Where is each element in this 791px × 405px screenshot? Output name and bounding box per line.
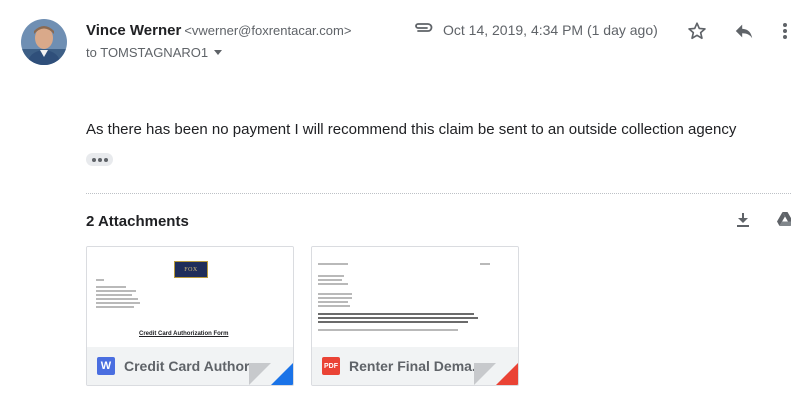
dot-icon [103, 157, 108, 162]
attachment-card[interactable]: FOX Credit Card Authorization Form W Cre… [86, 246, 294, 386]
star-button[interactable] [686, 20, 708, 47]
sender-name[interactable]: Vince Werner [86, 22, 181, 39]
more-options-button[interactable] [779, 19, 791, 48]
recipient-line: to TOMSTAGNARO1 [86, 45, 223, 60]
show-trimmed-content-button[interactable] [86, 153, 113, 166]
attachment-preview: FOX Credit Card Authorization Form [87, 247, 293, 347]
attachment-name: Renter Final Dema... [349, 358, 484, 374]
save-to-drive-button[interactable] [777, 211, 791, 232]
dot-icon [97, 157, 102, 162]
page-fold-icon [249, 363, 271, 385]
google-drive-icon [777, 212, 791, 226]
message-body: As there has been no payment I will reco… [86, 121, 737, 138]
file-type-corner [496, 363, 518, 385]
recipient-prefix: to [86, 45, 97, 60]
file-type-corner [271, 363, 293, 385]
download-all-button[interactable] [735, 211, 751, 234]
more-vertical-icon [783, 23, 787, 39]
attachment-name: Credit Card Author... [124, 358, 261, 374]
attachments-divider [86, 193, 791, 194]
attachment-preview [312, 247, 518, 347]
page-fold-icon [474, 363, 496, 385]
preview-form-title: Credit Card Authorization Form [139, 331, 229, 337]
recipient-name: TOMSTAGNARO1 [100, 45, 209, 60]
reply-icon [735, 24, 753, 39]
star-icon [688, 22, 706, 40]
recipient-details-caret-icon[interactable] [214, 50, 223, 56]
attachment-card[interactable]: PDF Renter Final Dema... [311, 246, 519, 386]
pdf-file-icon: PDF [322, 357, 340, 375]
attachments-heading: 2 Attachments [86, 213, 189, 230]
sender-email: <vwerner@foxrentacar.com> [184, 23, 352, 38]
fox-logo: FOX [174, 261, 208, 278]
download-icon [737, 213, 749, 227]
sender-info: Vince Werner <vwerner@foxrentacar.com> [86, 22, 351, 40]
avatar[interactable] [21, 19, 67, 65]
reply-button[interactable] [733, 21, 755, 46]
word-file-icon: W [97, 357, 115, 375]
paperclip-icon [412, 20, 434, 39]
message-meta: Oct 14, 2019, 4:34 PM (1 day ago) [412, 20, 658, 39]
dot-icon [91, 157, 96, 162]
message-date: Oct 14, 2019, 4:34 PM (1 day ago) [443, 21, 658, 38]
